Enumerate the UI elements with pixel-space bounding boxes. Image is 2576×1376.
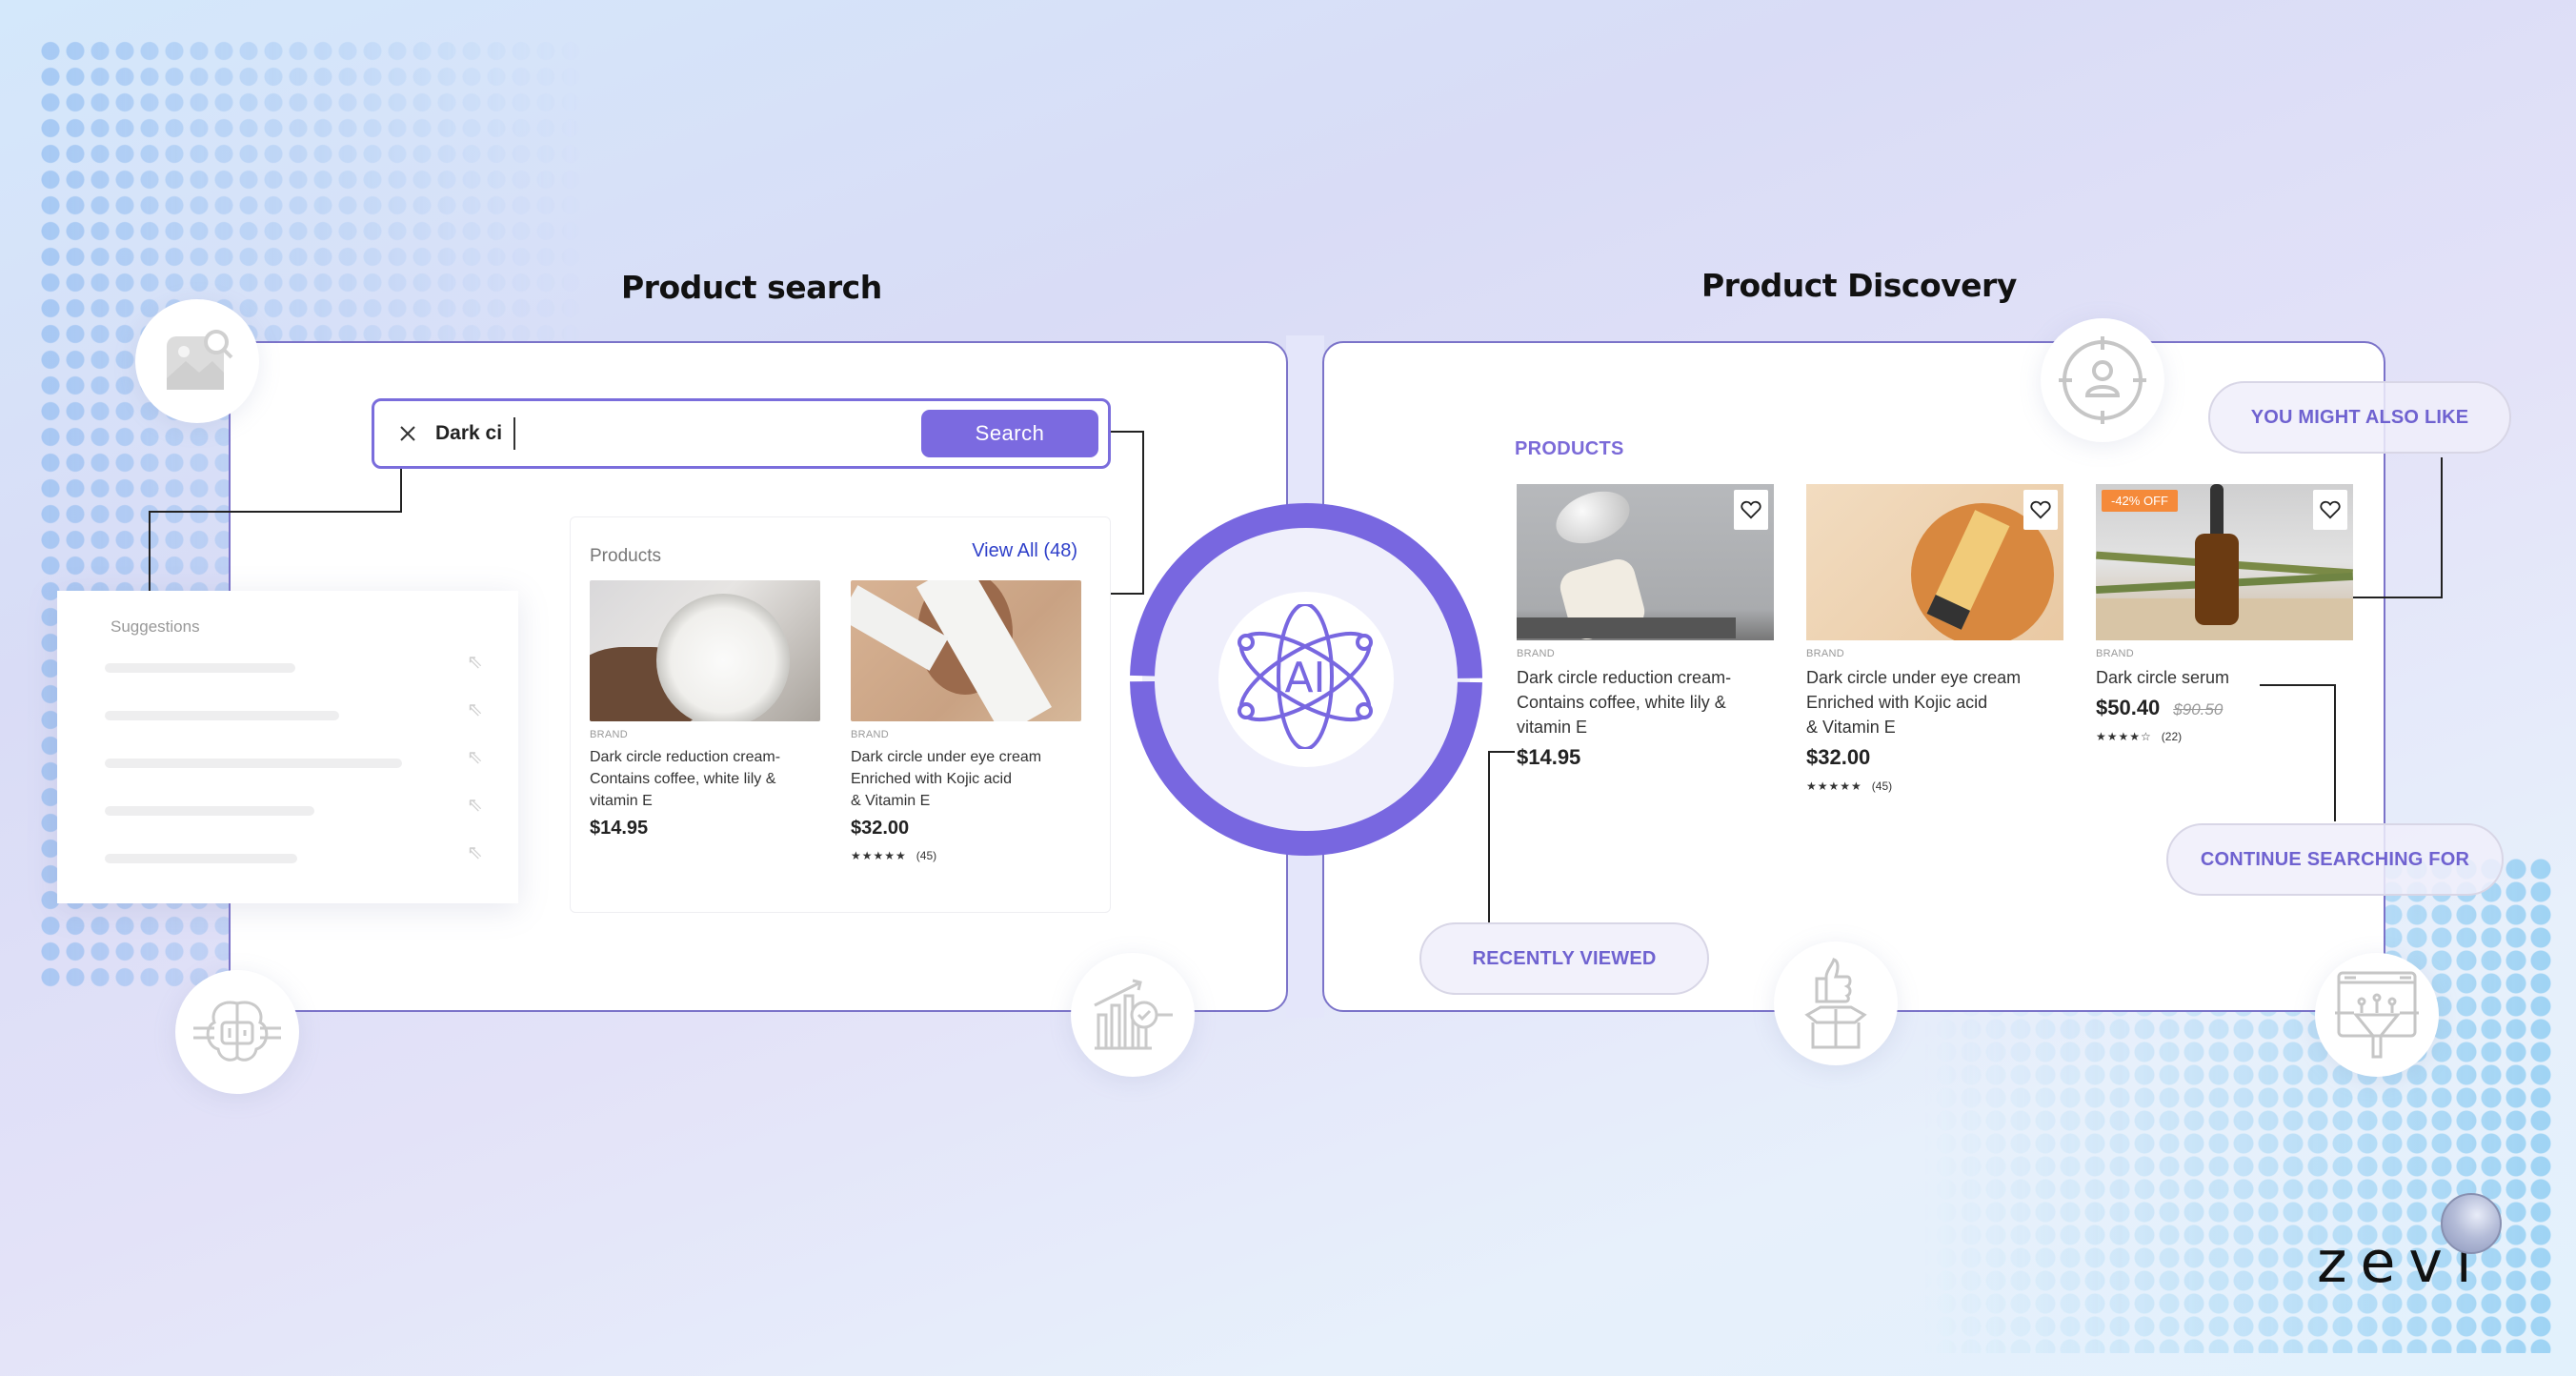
- product-name: Dark circle serum: [2096, 668, 2230, 687]
- review-count: (45): [916, 849, 937, 862]
- product-price: $14.95: [1517, 745, 1581, 769]
- thumbs-up-box-icon: [1774, 941, 1898, 1065]
- suggestion-item[interactable]: [105, 711, 339, 720]
- product-card[interactable]: -42% OFF BRAND Dark circle serum $50.40 $…: [2096, 484, 2353, 743]
- ai-atom-icon: AI: [1238, 604, 1373, 749]
- view-all-link[interactable]: View All (48): [972, 540, 1077, 562]
- search-bar[interactable]: Dark ci Search: [372, 398, 1111, 469]
- product-rating: ★★★★★ (45): [1806, 779, 2063, 793]
- product-image: [1517, 484, 1774, 640]
- wishlist-button[interactable]: [1734, 490, 1768, 530]
- discovery-products-heading: PRODUCTS: [1515, 438, 1624, 459]
- original-price: $90.50: [2173, 700, 2224, 718]
- product-name: Dark circle reduction cream- Contains co…: [1517, 668, 1732, 737]
- connector-line: [2353, 597, 2443, 598]
- product-image: [851, 580, 1081, 721]
- star-rating-icon: ★★★★★: [1806, 779, 1862, 793]
- discount-badge: -42% OFF: [2102, 490, 2178, 512]
- heart-icon: [2320, 500, 2341, 519]
- user-target-icon: [2041, 318, 2164, 442]
- search-results-card: Products View All (48) BRAND Dark circle…: [570, 516, 1111, 913]
- product-price: $14.95: [590, 818, 649, 839]
- text-caret: [513, 417, 516, 450]
- connector-line: [149, 511, 402, 513]
- connector-line: [149, 511, 151, 591]
- heart-icon: [2030, 500, 2051, 519]
- wishlist-button[interactable]: [2023, 490, 2058, 530]
- product-name: Dark circle reduction cream- Contains co…: [590, 749, 781, 809]
- close-icon[interactable]: [393, 419, 422, 448]
- recently-viewed-pill[interactable]: RECENTLY VIEWED: [1419, 922, 1709, 995]
- connector-line: [2441, 457, 2443, 598]
- product-card[interactable]: BRAND Dark circle reduction cream- Conta…: [590, 580, 820, 840]
- product-price: $50.40 $90.50: [2096, 696, 2224, 719]
- connector-line: [2260, 684, 2336, 686]
- product-name: Dark circle under eye cream Enriched wit…: [1806, 668, 2022, 737]
- image-search-icon: [135, 299, 259, 423]
- browser-funnel-icon: [2315, 953, 2439, 1077]
- product-card[interactable]: BRAND Dark circle under eye cream Enrich…: [1806, 484, 2063, 793]
- product-brand: BRAND: [851, 729, 890, 740]
- product-rating: ★★★★★ (45): [851, 849, 1081, 862]
- product-brand: BRAND: [590, 729, 629, 740]
- product-price: $32.00: [1806, 745, 1871, 769]
- ai-label: AI: [1284, 654, 1325, 702]
- suggestion-item[interactable]: [105, 854, 297, 863]
- connector-line: [2334, 684, 2336, 821]
- product-brand: BRAND: [1806, 648, 1845, 659]
- connector-line: [229, 903, 231, 970]
- zevi-logo-sphere: [2441, 1193, 2502, 1254]
- product-search-title: Product search: [621, 269, 882, 306]
- product-card[interactable]: BRAND Dark circle under eye cream Enrich…: [851, 580, 1081, 862]
- connector-line: [400, 467, 402, 513]
- suggestions-dropdown: Suggestions ⇖ ⇖ ⇖ ⇖ ⇖: [57, 591, 518, 903]
- continue-searching-for-pill[interactable]: CONTINUE SEARCHING FOR: [2166, 823, 2504, 896]
- suggestion-item[interactable]: [105, 759, 402, 768]
- ai-brain-icon: [175, 970, 299, 1094]
- analytics-search-icon: [1071, 953, 1195, 1077]
- product-card[interactable]: BRAND Dark circle reduction cream- Conta…: [1517, 484, 1774, 770]
- product-price: $32.00: [851, 818, 910, 839]
- search-button[interactable]: Search: [921, 410, 1098, 457]
- products-heading: Products: [590, 546, 661, 566]
- arrow-up-left-icon[interactable]: ⇖: [467, 840, 483, 864]
- star-rating-icon: ★★★★☆: [2096, 730, 2152, 743]
- suggestions-title: Suggestions: [111, 617, 200, 636]
- search-input[interactable]: Dark ci: [435, 422, 502, 445]
- product-brand: BRAND: [1517, 648, 1556, 659]
- review-count: (22): [2161, 730, 2183, 743]
- suggestion-item[interactable]: [105, 806, 314, 816]
- heart-icon: [1741, 500, 1761, 519]
- product-image: [1806, 484, 2063, 640]
- connector-line: [1488, 751, 1490, 922]
- product-discovery-title: Product Discovery: [1701, 267, 2017, 304]
- product-image: [590, 580, 820, 721]
- product-image: -42% OFF: [2096, 484, 2353, 640]
- star-rating-icon: ★★★★★: [851, 849, 907, 862]
- arrow-up-left-icon[interactable]: ⇖: [467, 793, 483, 817]
- arrow-up-left-icon[interactable]: ⇖: [467, 745, 483, 769]
- product-brand: BRAND: [2096, 648, 2135, 659]
- arrow-up-left-icon[interactable]: ⇖: [467, 698, 483, 721]
- product-name: Dark circle under eye cream Enriched wit…: [851, 749, 1042, 809]
- connector-line: [1111, 431, 1143, 433]
- you-might-also-like-pill[interactable]: YOU MIGHT ALSO LIKE: [2208, 381, 2511, 454]
- arrow-up-left-icon[interactable]: ⇖: [467, 650, 483, 674]
- wishlist-button[interactable]: [2313, 490, 2347, 530]
- review-count: (45): [1871, 779, 1893, 793]
- product-rating: ★★★★☆ (22): [2096, 730, 2353, 743]
- suggestion-item[interactable]: [105, 663, 295, 673]
- connector-line: [1488, 751, 1515, 753]
